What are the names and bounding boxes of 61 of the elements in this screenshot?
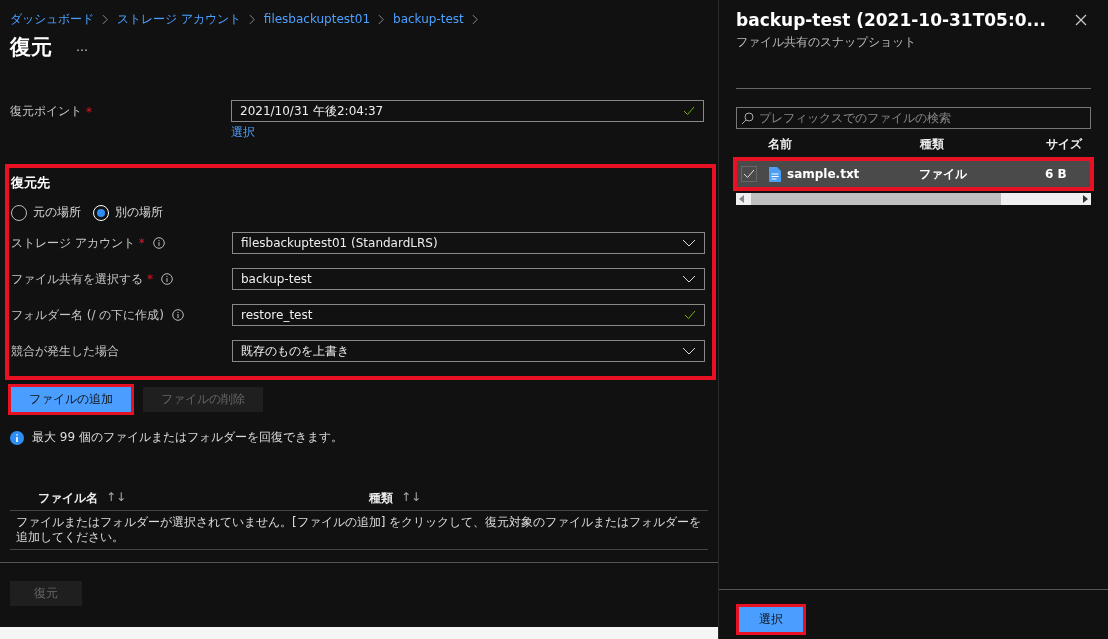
field-label: ストレージ アカウント <box>11 234 135 252</box>
column-header: サイズ <box>1046 136 1082 153</box>
section-title: 復元先 <box>11 174 51 192</box>
field-label: ファイル共有を選択する <box>11 270 143 288</box>
file-name: sample.txt <box>787 167 861 181</box>
scroll-left-icon[interactable] <box>739 195 745 203</box>
chevron-icon <box>248 13 256 25</box>
scroll-thumb[interactable] <box>751 193 1001 205</box>
required-mark: * <box>147 272 153 286</box>
info-icon <box>172 309 185 321</box>
empty-message: ファイルまたはフォルダーが選択されていません。[ファイルの追加] をクリックして、復元対象のファイルまたはフォルダーを追加してください。 <box>10 511 708 550</box>
required-mark: * <box>86 104 92 119</box>
file-size: 6 B <box>1045 167 1067 181</box>
file-row[interactable]: sample.txt ファイル 6 B <box>733 157 1094 191</box>
sort-icon[interactable]: ↑↓ <box>401 489 422 507</box>
column-header[interactable]: 種類 <box>369 489 393 507</box>
column-header: 種類 <box>920 136 945 153</box>
dropdown[interactable]: filesbackuptest01 (StandardLRS) <box>232 232 705 254</box>
panel-subtitle: ファイル共有のスナップショット <box>736 34 917 51</box>
field-label: 復元ポイント <box>10 103 82 120</box>
file-type: ファイル <box>919 165 968 183</box>
checkbox[interactable] <box>741 166 757 182</box>
dropdown[interactable]: backup-test <box>232 268 705 290</box>
chevron-down-icon <box>682 275 696 283</box>
field-label: 競合が発生した場合 <box>11 342 119 360</box>
chevron-icon <box>471 13 479 25</box>
column-header[interactable]: ファイル名 <box>38 489 98 507</box>
required-mark: * <box>138 236 145 250</box>
search-icon <box>741 112 754 125</box>
field-label: フォルダー名 (/ の下に作成) <box>11 306 165 324</box>
info-message: 最大 99 個のファイルまたはフォルダーを回復できます。 <box>32 429 343 446</box>
column-header: 名前 <box>768 136 793 153</box>
search-field[interactable]: プレフィックスでのファイルの検索 <box>736 107 1091 129</box>
breadcrumb-link[interactable]: ストレージ アカウント <box>117 10 241 28</box>
select-link[interactable]: 選択 <box>231 124 704 141</box>
breadcrumb-link[interactable]: backup-test <box>393 12 464 26</box>
restore-point-field[interactable]: 2021/10/31 午後2:04:37 <box>231 100 704 122</box>
radio-option[interactable]: 別の場所 <box>93 204 163 221</box>
more-button[interactable]: … <box>76 40 88 54</box>
scroll-right-icon[interactable] <box>1082 195 1088 203</box>
page-title: 復元 <box>10 34 52 61</box>
document-icon <box>769 166 781 182</box>
input-field[interactable]: restore_test <box>232 304 705 326</box>
chevron-icon <box>378 13 386 25</box>
dropdown[interactable]: 既存のものを上書き <box>232 340 705 362</box>
chevron-icon <box>102 13 109 25</box>
radio-option[interactable]: 元の場所 <box>11 204 81 221</box>
chevron-down-icon <box>682 347 696 355</box>
breadcrumb-link[interactable]: filesbackuptest01 <box>263 12 371 26</box>
info-icon <box>152 237 165 249</box>
info-icon <box>161 273 173 285</box>
select-button[interactable]: 選択 <box>739 607 803 632</box>
add-files-button[interactable]: ファイルの追加 <box>11 387 131 412</box>
panel-title: backup-test (2021-10-31T05:0... <box>736 10 1046 30</box>
check-icon <box>683 106 695 116</box>
check-icon <box>684 310 696 320</box>
chevron-down-icon <box>682 239 696 247</box>
info-icon <box>10 430 24 445</box>
sort-icon[interactable]: ↑↓ <box>106 489 127 507</box>
close-icon[interactable] <box>1075 14 1087 26</box>
breadcrumb-link[interactable]: ダッシュボード <box>10 10 94 28</box>
